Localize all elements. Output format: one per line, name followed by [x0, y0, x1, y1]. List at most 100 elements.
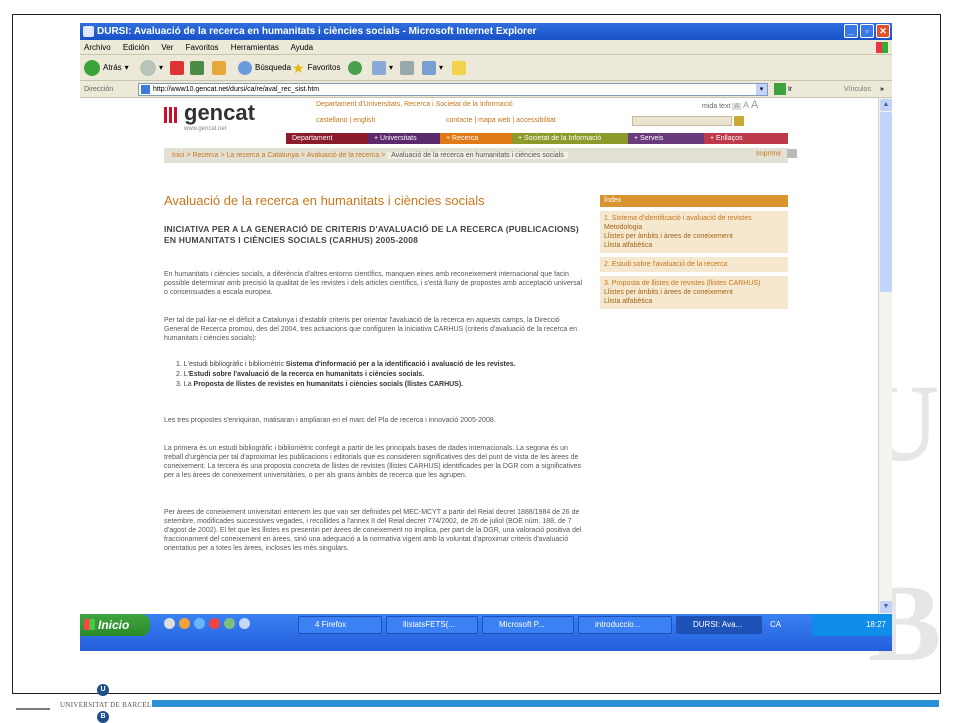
scroll-up-icon[interactable]: ▲: [880, 99, 892, 111]
stop-button[interactable]: [170, 59, 184, 77]
vertical-scrollbar[interactable]: ▲ ▼: [878, 98, 892, 614]
forward-button[interactable]: ▾: [140, 59, 163, 77]
history-button[interactable]: [348, 59, 362, 77]
index-link[interactable]: 2. Estudi sobre l'avaluació de la recerc…: [604, 260, 784, 269]
web-page: gencat www.gencat.net Departament d'Univ…: [80, 98, 878, 614]
start-button[interactable]: Inicio: [80, 614, 150, 636]
back-button[interactable]: Atrás ▾: [84, 59, 129, 77]
home-button[interactable]: [212, 59, 226, 77]
quicklaunch-icon[interactable]: [224, 618, 235, 629]
nav-recerca[interactable]: + Recerca: [440, 133, 512, 144]
search-icon: [238, 61, 252, 75]
scroll-down-icon[interactable]: ▼: [880, 601, 892, 613]
index-section-1: 1. Sistema d'identificació i avaluació d…: [600, 211, 788, 253]
paragraph-1: En humanitats i ciències socials, a dife…: [164, 271, 583, 296]
index-sublink[interactable]: Metodologia: [604, 223, 784, 232]
menu-ver[interactable]: Ver: [161, 43, 173, 52]
system-tray: 18:27: [812, 614, 892, 636]
index-sublink[interactable]: Llista alfabètica: [604, 241, 784, 250]
clock[interactable]: 18:27: [866, 620, 886, 629]
chevron-right-icon[interactable]: »: [880, 81, 884, 98]
taskbar: Inicio 4 Firefox llistatsFETS(... Micros…: [80, 614, 892, 651]
language-links[interactable]: castellano | english: [316, 117, 375, 124]
menu-edicion[interactable]: Edición: [123, 43, 149, 52]
browser-window: DURSI: Avaluació de la recerca en humani…: [80, 23, 892, 651]
menu-herramientas[interactable]: Herramientas: [231, 43, 279, 52]
links-label[interactable]: Vínculos: [844, 81, 871, 98]
refresh-button[interactable]: [190, 59, 204, 77]
text-size-medium[interactable]: A: [743, 100, 749, 110]
quicklaunch-icon[interactable]: [164, 618, 175, 629]
text-size-label: mida text: [702, 103, 731, 110]
nav-societat[interactable]: + Societat de la Informació: [512, 133, 628, 144]
quicklaunch-icon[interactable]: [194, 618, 205, 629]
menu-archivo[interactable]: Archivo: [84, 43, 111, 52]
menu-favoritos[interactable]: Favoritos: [186, 43, 219, 52]
minimize-button[interactable]: _: [844, 24, 858, 38]
print-link[interactable]: Imprimir: [756, 149, 798, 158]
edit-button[interactable]: ▾: [422, 59, 443, 77]
windows-flag-icon: [84, 619, 95, 630]
search-label: Búsqueda: [255, 63, 292, 72]
back-label: Atrás: [103, 63, 122, 72]
index-link[interactable]: 3. Proposta de llistes de revistes (llis…: [604, 279, 784, 288]
search-button[interactable]: Búsqueda: [238, 59, 291, 77]
breadcrumb-recerca[interactable]: Recerca: [192, 152, 218, 159]
go-button[interactable]: Ir: [774, 83, 792, 96]
task-firefox[interactable]: 4 Firefox: [298, 616, 382, 634]
windows-logo-icon: [876, 42, 888, 53]
quicklaunch-icon[interactable]: [209, 618, 220, 629]
scroll-thumb[interactable]: [880, 112, 892, 292]
monogram-b: B: [97, 711, 109, 723]
mail-icon: [372, 61, 386, 75]
quicklaunch-icon[interactable]: [239, 618, 250, 629]
breadcrumb-current: Avaluació de la recerca en humanitats i …: [387, 152, 568, 159]
task-dursi[interactable]: DURSI: Ava...: [676, 616, 762, 634]
task-introduccio[interactable]: introduccio...: [578, 616, 672, 634]
index-link[interactable]: 1. Sistema d'identificació i avaluació d…: [604, 214, 784, 223]
text-size-large[interactable]: A: [751, 99, 758, 111]
go-arrow-icon: [774, 83, 786, 96]
quicklaunch-icon[interactable]: [179, 618, 190, 629]
site-search-button[interactable]: [734, 116, 744, 126]
index-sublink[interactable]: Llistes per àmbits i àrees de coneixemen…: [604, 288, 784, 297]
breadcrumb-catalunya[interactable]: La recerca a Catalunya: [227, 152, 299, 159]
close-button[interactable]: ✕: [876, 24, 890, 38]
list-item: 1. L'estudi bibliogràfic i bibliomètric …: [176, 361, 516, 368]
site-search-input[interactable]: [632, 116, 732, 126]
nav-enllacos[interactable]: + Enllaços: [704, 133, 788, 144]
task-llistats[interactable]: llistatsFETS(...: [386, 616, 478, 634]
department-name[interactable]: Departament d'Universitats, Recerca i So…: [316, 101, 513, 108]
page-title: Avaluació de la recerca en humanitats i …: [164, 193, 485, 208]
toolbar: Atrás ▾ ▾ Búsqueda ★ Favoritos ▾ ▾: [80, 55, 892, 81]
nav-departament[interactable]: Departament: [286, 133, 368, 144]
history-icon: [348, 61, 362, 75]
nav-serveis[interactable]: + Serveis: [628, 133, 704, 144]
task-powerpoint[interactable]: Microsoft P...: [482, 616, 574, 634]
language-indicator[interactable]: CA: [770, 614, 781, 636]
printer-icon: [400, 61, 414, 75]
address-dropdown-icon[interactable]: ▾: [756, 84, 767, 95]
address-input[interactable]: http://www10.gencat.net/dursi/ca/re/aval…: [138, 83, 768, 96]
actions-list: 1. L'estudi bibliogràfic i bibliomètric …: [176, 360, 584, 390]
list-item: 3. La Proposta de llistes de revistes en…: [176, 381, 464, 388]
list-item: 2. L'Estudi sobre l'avaluació de la rece…: [176, 371, 425, 378]
gencat-logo[interactable]: gencat: [164, 100, 255, 126]
maximize-button[interactable]: ▫: [860, 24, 874, 38]
folder-button[interactable]: [452, 59, 466, 77]
gencat-url: www.gencat.net: [184, 126, 227, 132]
favorites-button[interactable]: ★ Favoritos: [292, 59, 340, 77]
nav-universitats[interactable]: + Universitats: [368, 133, 440, 144]
index-sublink[interactable]: Llista alfabètica: [604, 297, 784, 306]
index-sublink[interactable]: Llistes per àmbits i àrees de coneixemen…: [604, 232, 784, 241]
quick-launch: [164, 618, 250, 629]
mail-button[interactable]: ▾: [372, 59, 393, 77]
menubar: Archivo Edición Ver Favoritos Herramient…: [80, 40, 892, 55]
print-button[interactable]: [400, 59, 414, 77]
breadcrumb-avaluacio[interactable]: Avaluació de la recerca: [306, 152, 379, 159]
breadcrumb-inici[interactable]: Inici: [172, 152, 184, 159]
contact-links[interactable]: contacte | mapa web | accessibilitat: [446, 117, 556, 124]
text-size-small[interactable]: A: [732, 103, 742, 110]
page-icon: [141, 85, 150, 94]
menu-ayuda[interactable]: Ayuda: [291, 43, 314, 52]
